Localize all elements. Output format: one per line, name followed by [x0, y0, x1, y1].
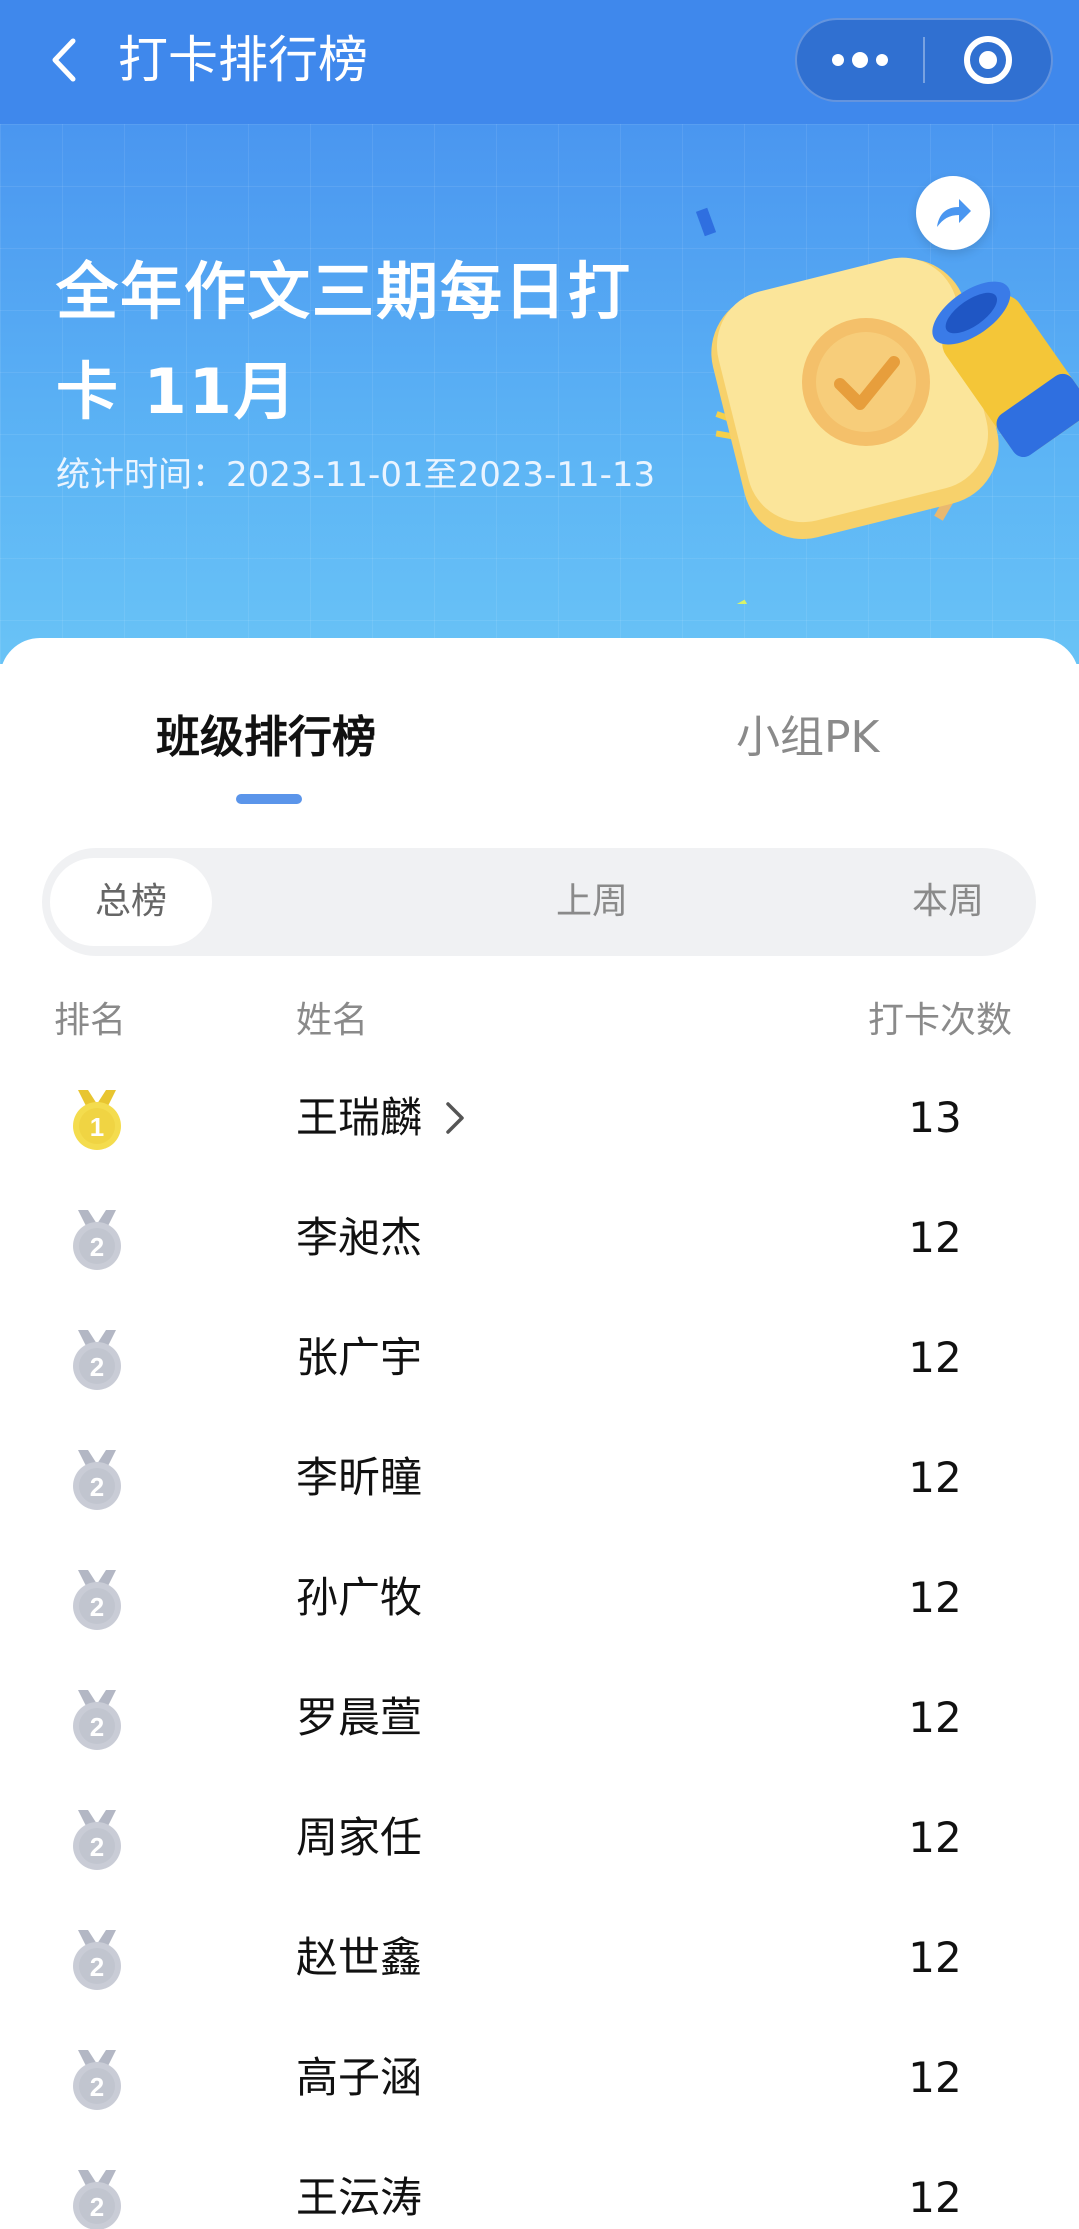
- hero-banner: 全年作文三期每日打卡 11月 统计时间：2023-11-01至2023-11-1…: [0, 124, 1079, 664]
- medal-rank: 2: [90, 2192, 104, 2222]
- stat-period: 统计时间：2023-11-01至2023-11-13: [56, 455, 656, 495]
- column-header-name: 姓名: [296, 1000, 369, 1041]
- silver-medal-icon: 2: [73, 1210, 121, 1270]
- medal-rank: 2: [90, 2072, 104, 2102]
- medal-rank: 2: [90, 1592, 104, 1622]
- silver-medal-icon: 2: [73, 1690, 121, 1750]
- leaderboard-card: 班级排行榜 小组PK 总榜 上周 本周 排名 姓名 打卡次数 1 王瑞麟 13 2 李昶…: [0, 638, 1079, 2229]
- student-name: 周家任: [296, 1813, 423, 1862]
- target-icon: [963, 36, 1012, 84]
- ranking-row: 2 王沄涛 12: [0, 2138, 1079, 2229]
- ranking-row: 2 张广宇 12: [0, 1298, 1079, 1418]
- chevron-right-icon[interactable]: [440, 1100, 468, 1136]
- miniapp-capsule: [795, 18, 1053, 102]
- gold-medal-icon: 1: [73, 1090, 121, 1150]
- student-name: 王沄涛: [296, 2173, 423, 2222]
- segment-total[interactable]: 总榜: [50, 858, 212, 946]
- close-miniapp-button[interactable]: [925, 20, 1051, 100]
- checkin-count: 12: [908, 1213, 962, 1262]
- checkin-count: 12: [908, 2173, 962, 2222]
- student-name: 罗晨萱: [296, 1693, 423, 1742]
- ranking-row: 2 李昕瞳 12: [0, 1418, 1079, 1538]
- checkin-count: 12: [908, 1453, 962, 1502]
- silver-medal-icon: 2: [73, 1570, 121, 1630]
- chevron-left-icon: [52, 38, 76, 82]
- checkin-count: 12: [908, 1933, 962, 1982]
- silver-medal-icon: 2: [73, 2170, 121, 2229]
- share-icon: [937, 199, 971, 227]
- silver-medal-icon: 2: [73, 1930, 121, 1990]
- checkin-count: 12: [908, 1573, 962, 1622]
- ranking-row: 2 赵世鑫 12: [0, 1898, 1079, 2018]
- ranking-row[interactable]: 1 王瑞麟 13: [0, 1058, 1079, 1178]
- silver-medal-icon: 2: [73, 1810, 121, 1870]
- ranking-row: 2 周家任 12: [0, 1778, 1079, 1898]
- ranking-row: 2 孙广牧 12: [0, 1538, 1079, 1658]
- medal-rank: 2: [90, 1472, 104, 1502]
- checkin-count: 12: [908, 1333, 962, 1382]
- segment-last-week[interactable]: 上周: [472, 858, 712, 946]
- checkin-count: 13: [908, 1093, 962, 1142]
- medal-rank: 2: [90, 1352, 104, 1382]
- silver-medal-icon: 2: [73, 1450, 121, 1510]
- medal-rank: 2: [90, 1712, 104, 1742]
- more-dots-icon: [832, 52, 888, 68]
- student-name: 李昕瞳: [296, 1453, 423, 1502]
- medal-rank: 2: [90, 1232, 104, 1262]
- period-segment: 总榜 上周 本周: [42, 848, 1036, 956]
- segment-this-week[interactable]: 本周: [868, 858, 1028, 946]
- student-name: 高子涵: [296, 2053, 423, 2102]
- ranking-list: 1 王瑞麟 13 2 李昶杰 12 2 张广宇 12 2 李昕瞳 12 2 孙广牧 12 2 罗晨萱 12 2 周家任…: [0, 1058, 1079, 2229]
- checkin-count: 12: [908, 1813, 962, 1862]
- nav-bar: 打卡排行榜: [0, 0, 1079, 124]
- back-button[interactable]: [34, 30, 94, 90]
- share-button[interactable]: [916, 176, 990, 250]
- page-title: 打卡排行榜: [118, 31, 368, 89]
- student-name: 王瑞麟: [296, 1093, 423, 1142]
- student-name: 孙广牧: [296, 1573, 423, 1622]
- tab-indicator: [236, 794, 302, 804]
- student-name: 李昶杰: [296, 1213, 423, 1262]
- student-name: 张广宇: [296, 1333, 423, 1382]
- student-name: 赵世鑫: [296, 1933, 423, 1982]
- column-header-rank: 排名: [54, 1000, 127, 1041]
- checkin-illustration: [695, 207, 1079, 604]
- medal-rank: 1: [90, 1112, 104, 1142]
- medal-rank: 2: [90, 1952, 104, 1982]
- medal-rank: 2: [90, 1832, 104, 1862]
- checkin-count: 12: [908, 2053, 962, 2102]
- tab-class-ranking[interactable]: 班级排行榜: [156, 708, 376, 768]
- column-header-count: 打卡次数: [868, 1000, 1013, 1041]
- ranking-row: 2 李昶杰 12: [0, 1178, 1079, 1298]
- hero-title: 全年作文三期每日打卡 11月: [56, 255, 633, 428]
- more-button[interactable]: [797, 20, 923, 100]
- ranking-row: 2 罗晨萱 12: [0, 1658, 1079, 1778]
- checkin-count: 12: [908, 1693, 962, 1742]
- ranking-row: 2 高子涵 12: [0, 2018, 1079, 2138]
- tab-group-pk[interactable]: 小组PK: [736, 708, 879, 768]
- silver-medal-icon: 2: [73, 1330, 121, 1390]
- silver-medal-icon: 2: [73, 2050, 121, 2110]
